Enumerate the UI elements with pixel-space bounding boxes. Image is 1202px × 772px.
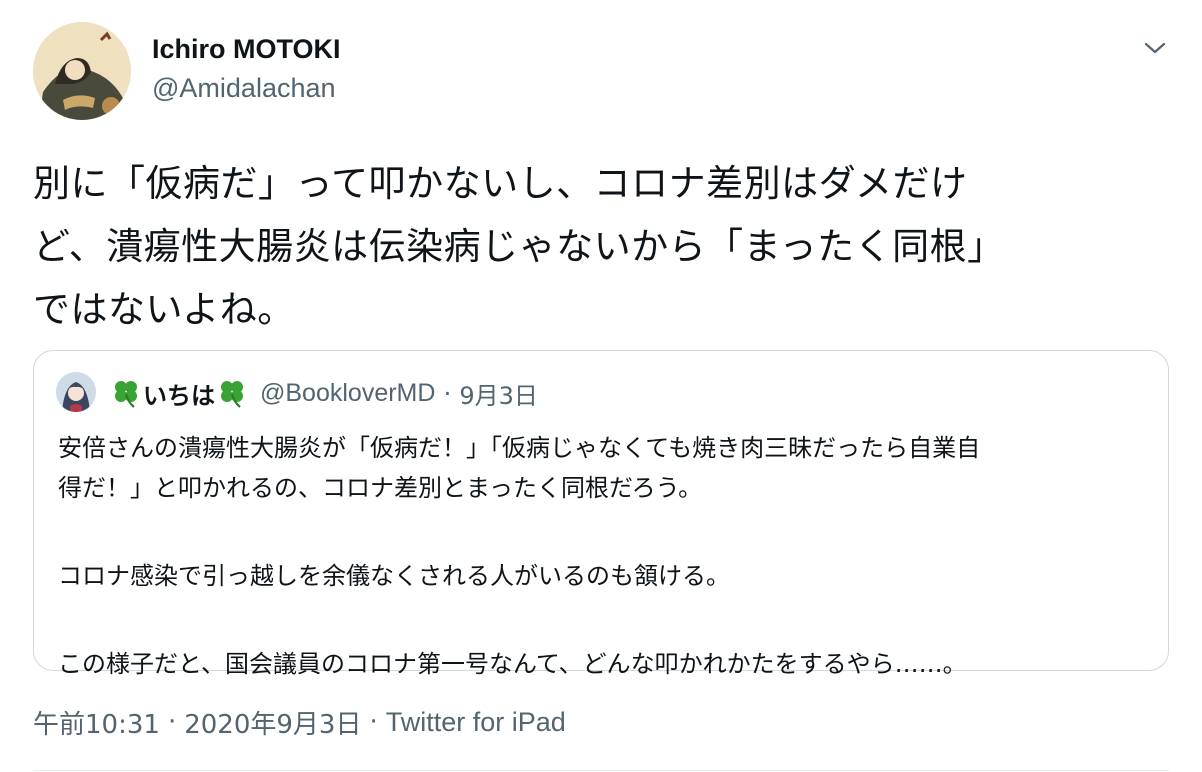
tweet-source-link[interactable]: Twitter for iPad	[386, 707, 566, 738]
tweet-text-line: ではないよね。	[33, 288, 295, 331]
tweet-date[interactable]: 2020年9月3日	[184, 704, 361, 741]
chevron-down-icon	[1144, 42, 1166, 54]
tweet-metadata: 午前10:31 · 2020年9月3日 · Twitter for iPad	[33, 704, 566, 740]
tweet-text-line: ど、潰瘍性大腸炎は伝染病じゃないから「まったく同根」	[33, 225, 1005, 268]
more-options-button[interactable]	[1135, 28, 1175, 68]
quoted-text-line: コロナ感染で引っ越しを余儀なくされる人がいるのも頷ける。	[58, 562, 730, 590]
tweet-text: 別に「仮病だ」って叩かないし、コロナ差別はダメだけ ど、潰瘍性大腸炎は伝染病じゃ…	[33, 152, 1153, 341]
four-leaf-clover-icon	[216, 377, 248, 409]
meta-separator: ·	[369, 707, 378, 737]
four-leaf-clover-icon	[110, 377, 142, 409]
quoted-author-name: いちは	[143, 381, 215, 410]
quoted-text-line: 得だ！」と叩かれるの、コロナ差別とまったく同根だろう。	[58, 474, 703, 502]
tweet-detail: Ichiro MOTOKI @Amidalachan 別に「仮病だ」って叩かない…	[0, 0, 1202, 772]
tweet-text-line: 別に「仮病だ」って叩かないし、コロナ差別はダメだけ	[33, 162, 968, 205]
quoted-text-line: この様子だと、国会議員のコロナ第一号なんて、どんな叩かれかたをするやら……。	[58, 650, 967, 678]
quoted-author-avatar	[56, 372, 96, 412]
quoted-tweet-card[interactable]: いちは @BookloverMD · 9月3日 安倍さんの潰瘍性大腸炎が「仮病だ…	[33, 350, 1169, 678]
author-avatar[interactable]	[33, 22, 131, 120]
quoted-date: 9月3日	[459, 381, 538, 410]
quoted-text-line: 安倍さんの潰瘍性大腸炎が「仮病だ！」「仮病じゃなくても焼き肉三昧だったら自業自	[58, 434, 981, 462]
tweet-time[interactable]: 午前10:31	[33, 704, 160, 741]
author-name[interactable]: Ichiro MOTOKI	[152, 34, 341, 65]
quoted-tweet-header: いちは @BookloverMD · 9月3日	[110, 376, 538, 410]
quoted-separator: ·	[443, 378, 452, 408]
divider	[33, 770, 1169, 771]
quoted-author-handle: @BookloverMD	[260, 378, 436, 407]
author-handle[interactable]: @Amidalachan	[152, 73, 336, 104]
quoted-tweet-text: 安倍さんの潰瘍性大腸炎が「仮病だ！」「仮病じゃなくても焼き肉三昧だったら自業自 …	[58, 428, 1148, 684]
meta-separator: ·	[167, 707, 177, 737]
